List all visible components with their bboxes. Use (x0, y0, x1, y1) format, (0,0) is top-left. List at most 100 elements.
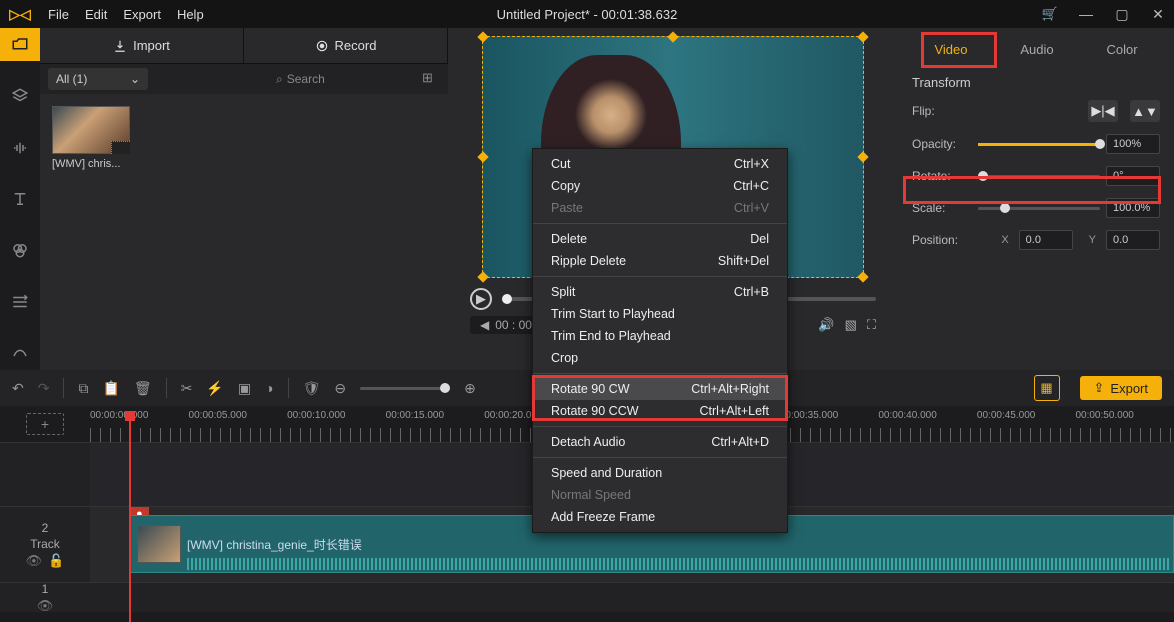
app-logo: ▷◁ (0, 6, 40, 23)
filter-dropdown[interactable]: All (1)⌄ (48, 68, 148, 90)
grid-view-icon[interactable]: ⊞ (422, 70, 440, 88)
menu-crop[interactable]: Crop (533, 347, 787, 369)
layers-tab[interactable] (0, 79, 40, 112)
cart-icon[interactable]: 🛒 (1042, 6, 1058, 22)
track-number-2: 2 (42, 521, 49, 535)
marker-icon[interactable]: 🛡 (303, 380, 321, 397)
add-track-button[interactable]: + (26, 413, 64, 435)
section-transform: Transform (898, 71, 1174, 94)
menu-normal-speed: Normal Speed (533, 484, 787, 506)
menu-split[interactable]: SplitCtrl+B (533, 281, 787, 303)
export-icon: ⇪ (1094, 380, 1105, 396)
clip-label: [WMV] chris... (52, 158, 130, 170)
scale-slider[interactable] (978, 207, 1100, 210)
scale-label: Scale: (912, 201, 972, 215)
menu-file[interactable]: File (48, 7, 69, 22)
zoom-in-button[interactable]: ⊕ (464, 380, 476, 397)
undo-button[interactable]: ↶ (12, 380, 24, 397)
document-title: Untitled Project* - 00:01:38.632 (497, 7, 678, 22)
opacity-label: Opacity: (912, 137, 972, 151)
menu-copy[interactable]: CopyCtrl+C (533, 175, 787, 197)
menu-freeze[interactable]: Add Freeze Frame (533, 506, 787, 528)
x-label: X (1001, 234, 1008, 246)
clip-name: [WMV] christina_genie_时长错误 (187, 536, 362, 553)
snapshot-icon[interactable]: ▧ (845, 317, 857, 333)
menu-rotate-ccw[interactable]: Rotate 90 CCWCtrl+Alt+Left (533, 400, 787, 422)
filters-tab[interactable] (0, 234, 40, 267)
position-y-value[interactable]: 0.0 (1106, 230, 1160, 250)
rotate-label: Rotate: (912, 169, 972, 183)
menu-help[interactable]: Help (177, 7, 204, 22)
menu-edit[interactable]: Edit (85, 7, 107, 22)
volume-icon[interactable]: 🔊 (818, 317, 834, 333)
tab-color[interactable]: Color (1100, 38, 1143, 61)
redo-button[interactable]: ↷ (38, 380, 50, 397)
flip-vertical-button[interactable]: ▲▼ (1130, 100, 1160, 122)
fullscreen-icon[interactable]: ⛶ (867, 317, 876, 333)
import-button[interactable]: Import (40, 28, 244, 63)
track-2-header[interactable]: 2 Track 👁🔓 (0, 507, 90, 582)
titlebar: ▷◁ File Edit Export Help Untitled Projec… (0, 0, 1174, 28)
search-input[interactable]: ⌕Search (156, 72, 414, 87)
scale-value[interactable]: 100.0% (1106, 198, 1160, 218)
left-toolbar (0, 28, 40, 370)
visibility-icon[interactable]: 👁 (37, 598, 54, 614)
minimize-button[interactable]: — (1078, 6, 1094, 22)
record-button[interactable]: Record (244, 28, 448, 63)
menu-paste: PasteCtrl+V (533, 197, 787, 219)
rotate-slider[interactable] (978, 175, 1100, 178)
media-clip[interactable]: [WMV] chris... (52, 106, 130, 170)
crop-tool-icon[interactable]: ▣ (238, 380, 251, 397)
transitions-tab[interactable] (0, 285, 40, 318)
library-panel: Import Record All (1)⌄ ⌕Search ⊞ [WMV] c… (40, 28, 448, 370)
properties-panel: Video Audio Color Transform Flip: ▶|◀ ▲▼… (898, 28, 1174, 370)
menu-rotate-cw[interactable]: Rotate 90 CWCtrl+Alt+Right (533, 378, 787, 400)
delete-icon[interactable]: 🗑 (134, 380, 152, 397)
color-tool-icon[interactable]: ◑ (265, 380, 273, 396)
track-number-1: 1 (42, 582, 49, 596)
close-button[interactable]: ✕ (1150, 6, 1166, 22)
media-tab[interactable] (0, 28, 40, 61)
visibility-icon[interactable]: 👁 (26, 553, 43, 569)
copy-icon[interactable]: ⧉ (78, 380, 88, 397)
flip-label: Flip: (912, 104, 972, 118)
flip-horizontal-button[interactable]: ▶|◀ (1088, 100, 1118, 122)
cut-tool-icon[interactable]: ✂ (181, 380, 193, 397)
maximize-button[interactable]: ▢ (1114, 6, 1130, 22)
menu-delete[interactable]: DeleteDel (533, 228, 787, 250)
export-button[interactable]: ⇪Export (1080, 376, 1162, 400)
render-button[interactable]: ▦ (1034, 375, 1060, 401)
clip-thumbnail (52, 106, 130, 154)
menubar: File Edit Export Help (48, 7, 204, 22)
play-button[interactable]: ▶ (470, 288, 492, 310)
lock-icon[interactable]: 🔓 (48, 553, 64, 569)
menu-speed[interactable]: Speed and Duration (533, 462, 787, 484)
menu-cut[interactable]: CutCtrl+X (533, 153, 787, 175)
paste-icon[interactable]: 📋 (102, 380, 119, 397)
y-label: Y (1089, 234, 1096, 246)
position-label: Position: (912, 233, 972, 247)
text-tab[interactable] (0, 182, 40, 215)
menu-ripple-delete[interactable]: Ripple DeleteShift+Del (533, 250, 787, 272)
menu-trim-end[interactable]: Trim End to Playhead (533, 325, 787, 347)
audio-tab[interactable] (0, 131, 40, 164)
rotate-value[interactable]: 0° (1106, 166, 1160, 186)
zoom-out-button[interactable]: ⊖ (334, 380, 346, 397)
speed-icon[interactable]: ⚡ (206, 380, 223, 397)
menu-export[interactable]: Export (123, 7, 161, 22)
tab-video[interactable]: Video (928, 38, 973, 61)
chevron-down-icon: ⌄ (130, 72, 140, 86)
zoom-slider[interactable] (360, 387, 450, 390)
opacity-value[interactable]: 100% (1106, 134, 1160, 154)
menu-trim-start[interactable]: Trim Start to Playhead (533, 303, 787, 325)
playhead[interactable] (129, 411, 131, 622)
opacity-slider[interactable] (978, 143, 1100, 146)
search-icon: ⌕ (276, 72, 283, 87)
elements-tab[interactable] (0, 337, 40, 370)
menu-detach-audio[interactable]: Detach AudioCtrl+Alt+D (533, 431, 787, 453)
track-1-header[interactable]: 1 👁 (0, 583, 90, 612)
context-menu: CutCtrl+X CopyCtrl+C PasteCtrl+V DeleteD… (532, 148, 788, 533)
position-x-value[interactable]: 0.0 (1019, 230, 1073, 250)
clip-thumb-icon (137, 525, 181, 563)
tab-audio[interactable]: Audio (1014, 38, 1059, 61)
